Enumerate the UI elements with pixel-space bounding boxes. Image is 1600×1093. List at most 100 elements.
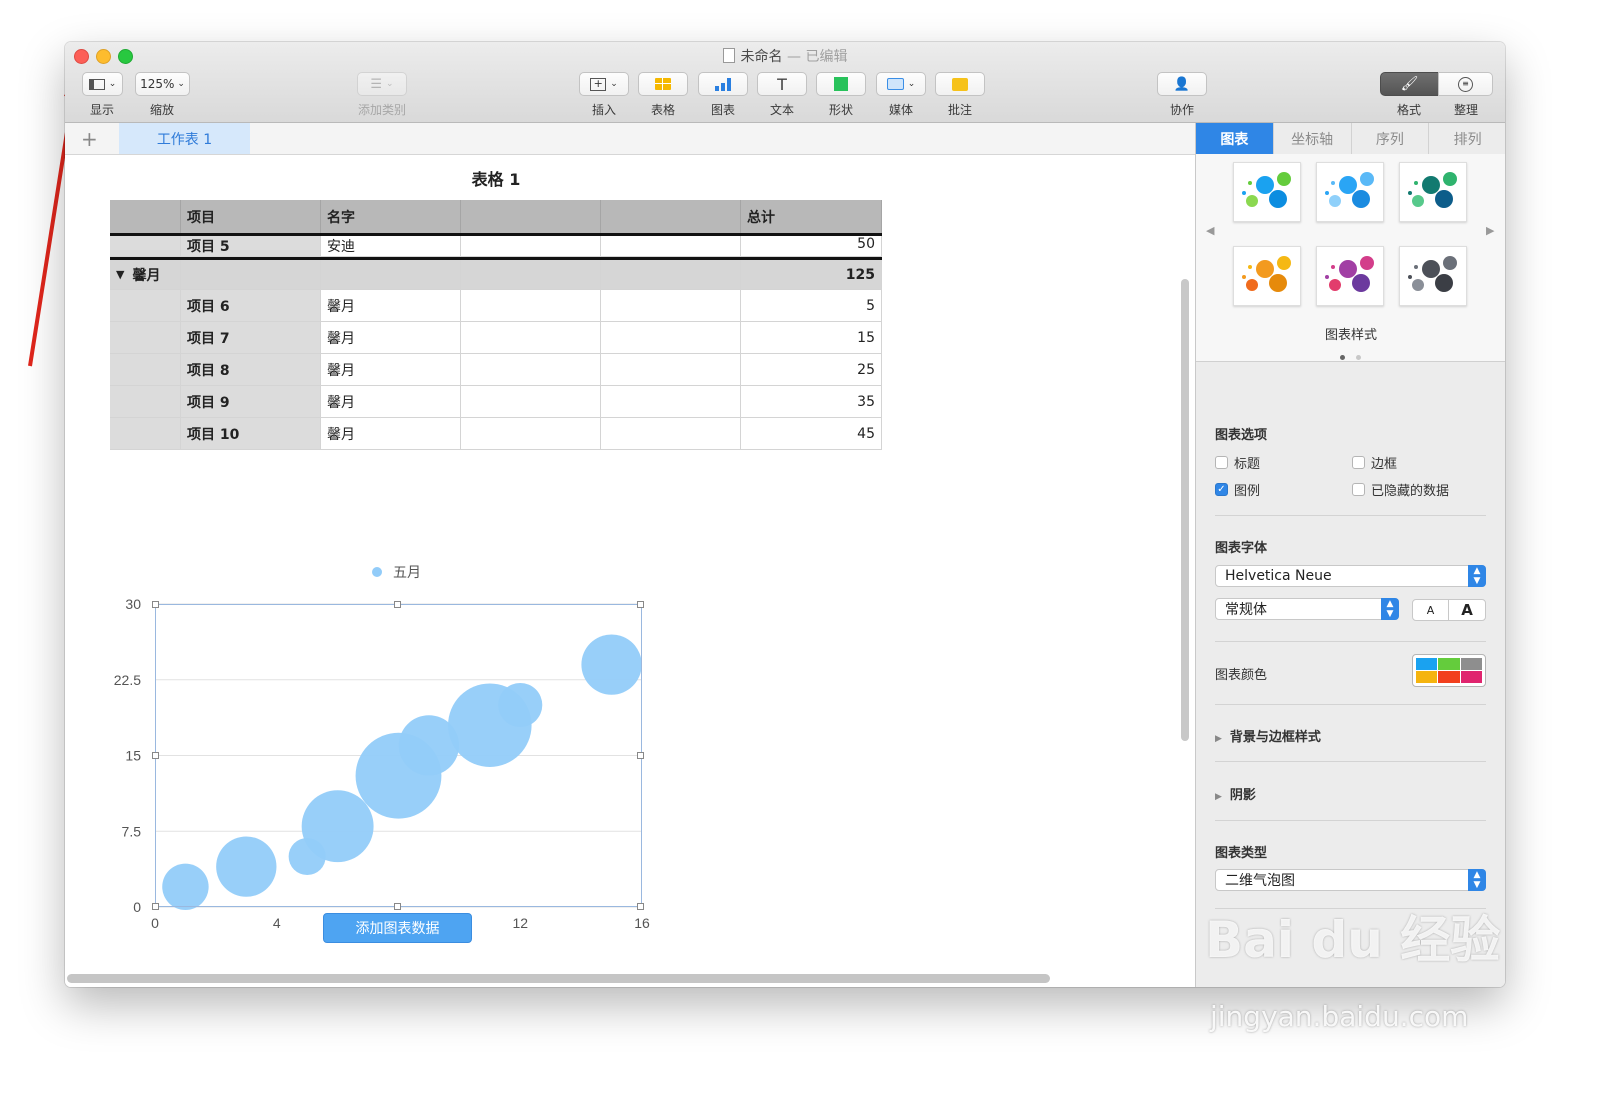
horizontal-scrollbar[interactable] bbox=[67, 974, 1050, 983]
chart-colors-button[interactable] bbox=[1412, 654, 1486, 687]
group-total-cell[interactable]: 125 bbox=[741, 260, 882, 290]
chart-style-swatch[interactable] bbox=[1316, 246, 1384, 306]
cell-name[interactable]: 馨月 bbox=[321, 386, 461, 418]
add-chart-data-button[interactable]: 添加图表数据 bbox=[323, 913, 472, 943]
row-header-cell[interactable] bbox=[110, 354, 181, 386]
checkmark-icon[interactable]: ✓ bbox=[1215, 483, 1228, 496]
shadow-disclosure[interactable]: ▶ 阴影 bbox=[1215, 784, 1256, 803]
row-header-cell[interactable] bbox=[110, 322, 181, 354]
cell-empty[interactable] bbox=[461, 260, 601, 290]
resize-handle[interactable] bbox=[394, 903, 401, 910]
cell-name[interactable]: 馨月 bbox=[321, 354, 461, 386]
header-cell-item[interactable]: 项目 bbox=[181, 200, 321, 233]
cell-empty[interactable] bbox=[601, 322, 741, 354]
chart-style-swatch[interactable] bbox=[1316, 162, 1384, 222]
chart-style-swatch[interactable] bbox=[1233, 162, 1301, 222]
resize-handle[interactable] bbox=[637, 903, 644, 910]
cell-empty[interactable] bbox=[321, 260, 461, 290]
cell-empty[interactable] bbox=[601, 386, 741, 418]
header-cell[interactable] bbox=[461, 200, 601, 233]
cell-empty[interactable] bbox=[601, 260, 741, 290]
cell-empty[interactable] bbox=[461, 290, 601, 322]
tab-arrange[interactable]: 排列 bbox=[1429, 123, 1505, 154]
cell-item[interactable]: 项目 5 bbox=[181, 236, 321, 257]
header-cell[interactable] bbox=[110, 200, 181, 233]
cell-empty[interactable] bbox=[601, 290, 741, 322]
resize-handle[interactable] bbox=[152, 601, 159, 608]
add-sheet-button[interactable]: + bbox=[81, 127, 98, 151]
title-checkbox[interactable]: 标题 bbox=[1215, 453, 1260, 472]
resize-handle[interactable] bbox=[637, 752, 644, 759]
header-cell-name[interactable]: 名字 bbox=[321, 200, 461, 233]
checkbox[interactable] bbox=[1352, 456, 1365, 469]
font-family-select[interactable]: Helvetica Neue ▲ ▼ bbox=[1215, 565, 1486, 587]
prev-styles-icon[interactable]: ◀ bbox=[1206, 224, 1214, 237]
page-dot[interactable] bbox=[1356, 355, 1362, 360]
cell-empty[interactable] bbox=[181, 260, 321, 290]
shape-button[interactable] bbox=[816, 72, 866, 96]
chart-style-swatch[interactable] bbox=[1399, 246, 1467, 306]
checkbox[interactable] bbox=[1215, 456, 1228, 469]
cell-item[interactable]: 项目 8 bbox=[181, 354, 321, 386]
table-button[interactable] bbox=[638, 72, 688, 96]
row-header-cell[interactable] bbox=[110, 418, 181, 450]
background-border-disclosure[interactable]: ▶ 背景与边框样式 bbox=[1215, 726, 1321, 745]
format-button[interactable]: 🖌 bbox=[1380, 72, 1439, 96]
resize-handle[interactable] bbox=[637, 601, 644, 608]
cell-empty[interactable] bbox=[601, 236, 741, 257]
cell-name[interactable]: 馨月 bbox=[321, 290, 461, 322]
resize-handle[interactable] bbox=[152, 752, 159, 759]
insert-button[interactable]: + ⌄ bbox=[579, 72, 629, 96]
header-cell-total[interactable]: 总计 bbox=[741, 200, 882, 233]
cell-name[interactable]: 馨月 bbox=[321, 322, 461, 354]
zoom-select[interactable]: 125% ⌄ bbox=[135, 72, 190, 96]
cell-item[interactable]: 项目 9 bbox=[181, 386, 321, 418]
cell-total[interactable]: 25 bbox=[741, 354, 882, 386]
chart-selection-frame[interactable] bbox=[155, 604, 642, 907]
cell-empty[interactable] bbox=[601, 354, 741, 386]
tab-chart[interactable]: 图表 bbox=[1196, 123, 1274, 154]
organize-button[interactable]: ≡ bbox=[1438, 72, 1493, 96]
chart-button[interactable] bbox=[698, 72, 748, 96]
media-button[interactable]: ⌄ bbox=[876, 72, 926, 96]
disclosure-triangle-icon[interactable]: ▼ bbox=[116, 268, 124, 281]
vertical-scrollbar[interactable] bbox=[1181, 279, 1189, 741]
tab-series[interactable]: 序列 bbox=[1352, 123, 1430, 154]
cell-empty[interactable] bbox=[461, 418, 601, 450]
font-style-select[interactable]: 常规体 ▲ ▼ bbox=[1215, 598, 1399, 620]
resize-handle[interactable] bbox=[394, 601, 401, 608]
page-dot-active[interactable] bbox=[1340, 355, 1345, 360]
chart-style-swatch[interactable] bbox=[1399, 162, 1467, 222]
cell-total[interactable]: 5 bbox=[741, 290, 882, 322]
row-header-cell[interactable] bbox=[110, 386, 181, 418]
cell-total[interactable]: 15 bbox=[741, 322, 882, 354]
collaborate-button[interactable]: 👤 bbox=[1157, 72, 1207, 96]
cell-empty[interactable] bbox=[601, 418, 741, 450]
cell-empty[interactable] bbox=[461, 322, 601, 354]
cell-item[interactable]: 项目 7 bbox=[181, 322, 321, 354]
text-button[interactable]: T bbox=[757, 72, 807, 96]
cell-name[interactable]: 馨月 bbox=[321, 418, 461, 450]
cell-name[interactable]: 安迪 bbox=[321, 236, 461, 257]
cell-item[interactable]: 项目 6 bbox=[181, 290, 321, 322]
add-category-button[interactable]: ☰ ⌄ bbox=[357, 72, 407, 96]
legend-checkbox[interactable]: ✓ 图例 bbox=[1215, 480, 1260, 499]
hidden-data-checkbox[interactable]: 已隐藏的数据 bbox=[1352, 480, 1449, 499]
tab-axis[interactable]: 坐标轴 bbox=[1274, 123, 1352, 154]
decrease-font-button[interactable]: A bbox=[1412, 599, 1449, 621]
resize-handle[interactable] bbox=[152, 903, 159, 910]
cell-item[interactable]: 项目 10 bbox=[181, 418, 321, 450]
cell-empty[interactable] bbox=[461, 354, 601, 386]
view-button[interactable]: ⌄ bbox=[82, 72, 123, 96]
sheet-tab-1[interactable]: 工作表 1 bbox=[119, 123, 250, 154]
checkbox[interactable] bbox=[1352, 483, 1365, 496]
cell-total[interactable]: 45 bbox=[741, 418, 882, 450]
chart-style-swatch[interactable] bbox=[1233, 246, 1301, 306]
header-cell[interactable] bbox=[601, 200, 741, 233]
group-disclosure-cell[interactable]: ▼ 馨月 bbox=[110, 260, 181, 290]
increase-font-button[interactable]: A bbox=[1448, 599, 1486, 621]
cell-empty[interactable] bbox=[461, 386, 601, 418]
cell-empty[interactable] bbox=[461, 236, 601, 257]
cell-total[interactable]: 35 bbox=[741, 386, 882, 418]
chart-type-select[interactable]: 二维气泡图 ▲ ▼ bbox=[1215, 869, 1486, 891]
